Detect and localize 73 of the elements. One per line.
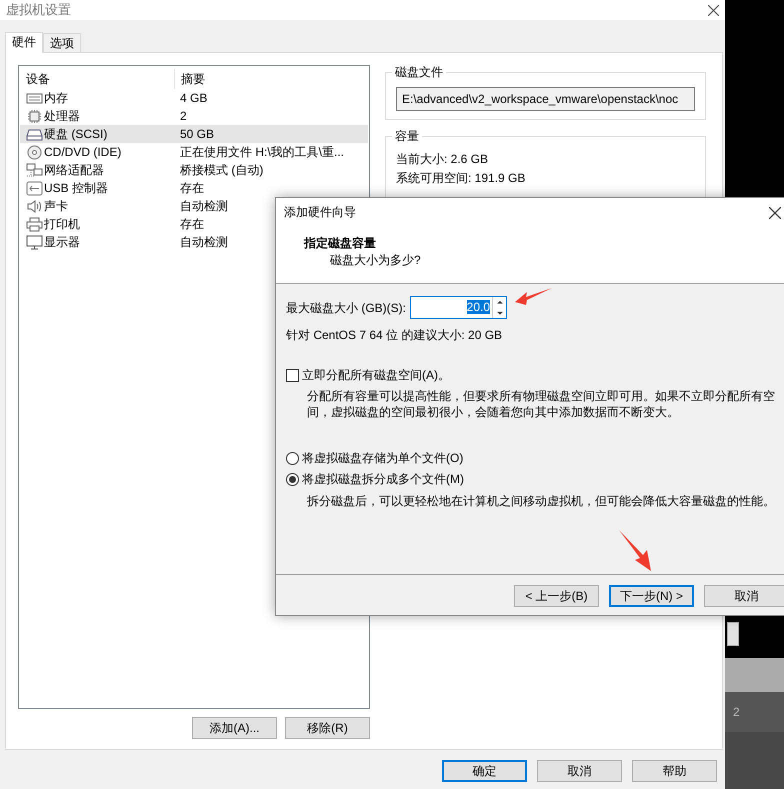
device-row[interactable]: 处理器 2 — [20, 107, 368, 125]
button-edge — [727, 622, 739, 646]
usb-icon — [26, 180, 43, 196]
cpu-icon — [26, 108, 43, 124]
dialog-button[interactable]: 确定 — [442, 760, 527, 782]
device-name: 声卡 — [44, 198, 68, 214]
dialog-title: 添加硬件向导 — [284, 204, 356, 220]
device-row[interactable]: 网络适配器 桥接模式 (自动) — [20, 161, 368, 179]
dialog-button[interactable]: 帮助 — [632, 760, 717, 782]
capacity-info: 当前大小: 2.6 GB — [396, 151, 490, 167]
radio-label[interactable]: 将虚拟磁盘拆分成多个文件(M) — [302, 471, 464, 487]
dialog-button[interactable]: 取消 — [537, 760, 622, 782]
capacity-info: 系统可用空间: 191.9 GB — [396, 170, 526, 186]
option-description: 分配所有容量可以提高性能，但要求所有物理磁盘空间立即可用。如果不立即分配所有空间，虚拟磁盘的空间最初很小，会随着您向其中添加数据而不断变大。 — [306, 388, 776, 420]
list-button[interactable]: 移除(R) — [285, 717, 370, 739]
device-summary: 2 — [179, 108, 187, 124]
device-row[interactable]: 硬盘 (SCSI) 50 GB — [20, 125, 368, 143]
background-panel — [725, 732, 784, 789]
device-name: 内存 — [44, 90, 68, 106]
device-name: 网络适配器 — [44, 162, 104, 178]
device-name: 处理器 — [44, 108, 80, 124]
column-header[interactable]: 设备 — [20, 71, 174, 87]
column-header[interactable]: 摘要 — [175, 71, 205, 87]
cd-icon — [26, 144, 43, 160]
recommendation-text: 针对 CentOS 7 64 位 的建议大小: 20 GB — [286, 327, 504, 343]
device-row[interactable]: 内存 4 GB — [20, 89, 368, 107]
tab[interactable]: 硬件 — [5, 32, 43, 53]
header-band — [725, 658, 784, 692]
device-summary: 存在 — [179, 180, 204, 196]
device-summary: 自动检测 — [179, 234, 228, 250]
checkbox-label[interactable]: 立即分配所有磁盘空间(A)。 — [302, 367, 450, 383]
network-icon — [26, 162, 43, 178]
printer-icon — [26, 216, 43, 232]
device-name: 显示器 — [44, 234, 80, 250]
radio-button[interactable] — [286, 452, 299, 464]
wizard-button[interactable]: < 上一步(B) — [514, 585, 599, 607]
device-row[interactable]: CD/DVD (IDE) 正在使用文件 H:\我的工具\重... — [20, 143, 368, 161]
field-label: 最大磁盘大小 (GB)(S): — [286, 300, 406, 316]
radio-label[interactable]: 将虚拟磁盘存储为单个文件(O) — [302, 450, 464, 466]
size-spinner[interactable]: 20.0 — [410, 296, 507, 319]
radio-button[interactable] — [286, 472, 299, 486]
wizard-button[interactable]: 取消 — [704, 585, 784, 607]
window-title: 虚拟机设置 — [6, 2, 71, 18]
device-summary: 桥接模式 (自动) — [179, 162, 264, 178]
option-description: 拆分磁盘后，可以更轻松地在计算机之间移动虚拟机，但可能会降低大容量磁盘的性能。 — [306, 493, 776, 509]
group-title: 磁盘文件 — [392, 64, 446, 80]
device-summary: 4 GB — [179, 90, 208, 106]
field-value: 20.0 — [466, 300, 490, 314]
checkbox[interactable] — [286, 368, 299, 382]
device-name: USB 控制器 — [44, 180, 108, 196]
device-name: 打印机 — [44, 216, 80, 232]
device-row[interactable]: USB 控制器 存在 — [20, 179, 368, 197]
device-summary: 存在 — [179, 216, 204, 232]
step-heading: 指定磁盘容量 — [304, 235, 377, 251]
group-title: 容量 — [392, 128, 422, 144]
device-summary: 50 GB — [179, 126, 214, 142]
device-name: CD/DVD (IDE) — [44, 144, 122, 160]
speaker-icon — [26, 198, 43, 214]
close-icon[interactable] — [769, 207, 781, 219]
pointer-arrow — [619, 530, 653, 572]
tab[interactable]: 选项 — [43, 33, 81, 52]
memory-icon — [26, 90, 43, 106]
pointer-arrow — [515, 288, 553, 306]
step-subheading: 磁盘大小为多少? — [329, 252, 422, 268]
monitor-icon — [26, 234, 43, 250]
device-name: 硬盘 (SCSI) — [44, 126, 108, 142]
list-button[interactable]: 添加(A)... — [192, 717, 277, 739]
wizard-button[interactable]: 下一步(N) > — [609, 585, 694, 607]
row-number: 2 — [733, 705, 740, 719]
device-summary: 正在使用文件 H:\我的工具\重... — [179, 144, 344, 160]
close-icon[interactable] — [708, 4, 719, 16]
device-summary: 自动检测 — [179, 198, 228, 214]
path-field[interactable]: E:\advanced\v2_workspace_vmware\openstack\noc — [396, 87, 695, 111]
